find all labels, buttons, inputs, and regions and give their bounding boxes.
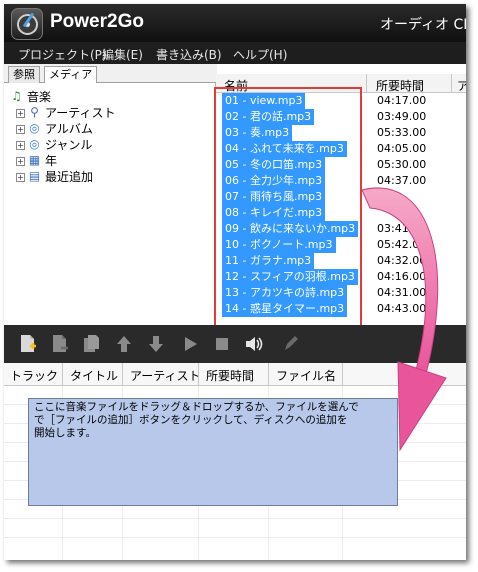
expand-icon[interactable]: +: [16, 173, 25, 182]
app-title: Power2Go: [50, 11, 144, 32]
column-filename[interactable]: ファイル名: [276, 367, 336, 384]
calendar-icon: ▤: [28, 169, 41, 183]
expand-icon[interactable]: +: [16, 157, 25, 166]
selection-highlight-box: [214, 87, 362, 335]
media-tree: ♫ 音楽 + ⚲ アーティスト + ◎ アルバム + ◎ ジャンル + ▦ 年 …: [4, 83, 216, 323]
project-mode-label: オーディオ CD: [380, 17, 466, 33]
remove-file-icon[interactable]: [50, 334, 70, 354]
app-window: Power2Go オーディオ CD プロジェクト(P) 編集(E) 書き込み(B…: [4, 4, 466, 560]
menu-project[interactable]: プロジェクト(P): [18, 46, 107, 63]
column-artist[interactable]: アーティスト: [130, 367, 201, 384]
expand-icon[interactable]: +: [16, 125, 25, 134]
curved-arrow-annotation: [361, 187, 447, 452]
calendar-icon: ▦: [28, 153, 41, 167]
tab-browse[interactable]: 参照: [8, 66, 40, 83]
menu-help[interactable]: ヘルプ(H): [233, 46, 287, 63]
column-artist[interactable]: ア: [457, 77, 466, 94]
play-icon[interactable]: [180, 334, 200, 354]
tab-media[interactable]: メディア: [44, 66, 98, 84]
expand-icon[interactable]: +: [16, 109, 25, 118]
disc-icon: ◎: [29, 121, 40, 135]
stop-icon[interactable]: [212, 334, 232, 354]
app-logo-icon: [11, 8, 43, 40]
copy-icon[interactable]: [82, 334, 102, 354]
column-duration[interactable]: 所要時間: [206, 367, 254, 384]
move-down-icon[interactable]: [146, 334, 166, 354]
person-icon: ⚲: [30, 105, 39, 119]
disc-icon: ◎: [29, 137, 40, 151]
drop-hint-message: ここに音楽ファイルをドラッグ＆ドロップするか、ファイルを選んで で［ファイルの追…: [28, 398, 398, 506]
edit-icon[interactable]: [280, 334, 300, 354]
menu-burn[interactable]: 書き込み(B): [156, 46, 222, 63]
column-title[interactable]: タイトル: [70, 367, 118, 384]
move-up-icon[interactable]: [114, 334, 134, 354]
menu-edit[interactable]: 編集(E): [102, 46, 143, 63]
title-bar: Power2Go オーディオ CD: [4, 4, 466, 42]
menu-bar: プロジェクト(P) 編集(E) 書き込み(B) ヘルプ(H): [4, 42, 466, 64]
column-track[interactable]: トラック: [10, 367, 58, 384]
expand-icon[interactable]: +: [16, 141, 25, 150]
source-tabs: 参照 メディア: [4, 64, 217, 84]
column-duration[interactable]: 所要時間: [376, 77, 424, 94]
volume-icon[interactable]: [244, 334, 264, 354]
add-file-icon[interactable]: [18, 334, 38, 354]
music-note-icon: ♫: [11, 89, 22, 103]
